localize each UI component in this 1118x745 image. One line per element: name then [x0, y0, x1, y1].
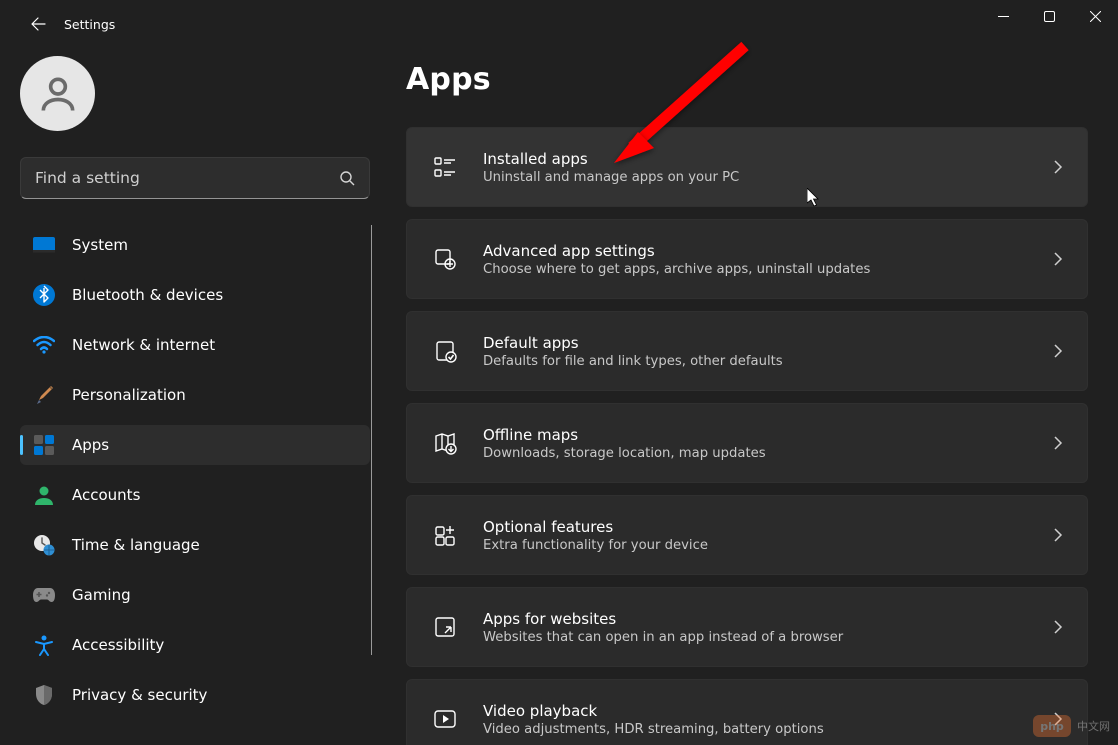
window-controls — [980, 0, 1118, 32]
sidebar-item-privacy[interactable]: Privacy & security — [20, 675, 370, 715]
sidebar-item-label: Accessibility — [72, 636, 164, 654]
clock-globe-icon — [32, 533, 56, 557]
card-subtitle: Websites that can open in an app instead… — [483, 630, 1053, 645]
sidebar-item-label: Privacy & security — [72, 686, 207, 704]
installed-apps-icon — [431, 153, 459, 181]
sidebar-item-label: Network & internet — [72, 336, 215, 354]
gamepad-icon — [32, 583, 56, 607]
sidebar-item-label: Apps — [72, 436, 109, 454]
card-offline-maps[interactable]: Offline maps Downloads, storage location… — [406, 403, 1088, 483]
card-subtitle: Choose where to get apps, archive apps, … — [483, 262, 1053, 277]
sidebar-item-label: Accounts — [72, 486, 140, 504]
watermark: php 中文网 — [1033, 715, 1110, 737]
video-playback-icon — [431, 705, 459, 733]
sidebar-item-gaming[interactable]: Gaming — [20, 575, 370, 615]
chevron-right-icon — [1053, 252, 1063, 266]
user-avatar[interactable] — [20, 56, 95, 131]
card-title: Advanced app settings — [483, 242, 1053, 260]
card-default-apps[interactable]: Default apps Defaults for file and link … — [406, 311, 1088, 391]
offline-maps-icon — [431, 429, 459, 457]
chevron-right-icon — [1053, 528, 1063, 542]
page-title: Apps — [406, 62, 1088, 97]
card-subtitle: Video adjustments, HDR streaming, batter… — [483, 722, 1053, 737]
back-arrow-icon — [30, 16, 46, 32]
sidebar-nav: System Bluetooth & devices Network & int… — [20, 225, 378, 745]
search-icon — [339, 170, 355, 186]
shield-icon — [32, 683, 56, 707]
card-subtitle: Uninstall and manage apps on your PC — [483, 170, 1053, 185]
sidebar-item-personalization[interactable]: Personalization — [20, 375, 370, 415]
system-icon — [32, 233, 56, 257]
card-optional-features[interactable]: Optional features Extra functionality fo… — [406, 495, 1088, 575]
card-subtitle: Extra functionality for your device — [483, 538, 1053, 553]
apps-icon — [32, 433, 56, 457]
accessibility-icon — [32, 633, 56, 657]
watermark-badge: php — [1033, 715, 1071, 737]
sidebar-item-network[interactable]: Network & internet — [20, 325, 370, 365]
close-button[interactable] — [1072, 0, 1118, 32]
window-title: Settings — [64, 17, 115, 32]
chevron-right-icon — [1053, 436, 1063, 450]
card-title: Offline maps — [483, 426, 1053, 444]
sidebar-item-apps[interactable]: Apps — [20, 425, 370, 465]
search-input[interactable] — [35, 169, 339, 187]
card-subtitle: Defaults for file and link types, other … — [483, 354, 1053, 369]
card-subtitle: Downloads, storage location, map updates — [483, 446, 1053, 461]
chevron-right-icon — [1053, 160, 1063, 174]
titlebar: Settings — [0, 0, 1118, 48]
person-icon — [36, 72, 80, 116]
search-box[interactable] — [20, 157, 370, 199]
chevron-right-icon — [1053, 620, 1063, 634]
card-advanced-app-settings[interactable]: Advanced app settings Choose where to ge… — [406, 219, 1088, 299]
card-title: Installed apps — [483, 150, 1053, 168]
paintbrush-icon — [32, 383, 56, 407]
apps-websites-icon — [431, 613, 459, 641]
main-content: Apps Installed apps Uninstall and manage… — [390, 48, 1118, 745]
sidebar-item-label: Personalization — [72, 386, 186, 404]
card-title: Apps for websites — [483, 610, 1053, 628]
maximize-button[interactable] — [1026, 0, 1072, 32]
optional-features-icon — [431, 521, 459, 549]
sidebar-item-accessibility[interactable]: Accessibility — [20, 625, 370, 665]
card-title: Optional features — [483, 518, 1053, 536]
card-title: Video playback — [483, 702, 1053, 720]
chevron-right-icon — [1053, 344, 1063, 358]
bluetooth-icon — [32, 283, 56, 307]
sidebar-item-system[interactable]: System — [20, 225, 370, 265]
sidebar: System Bluetooth & devices Network & int… — [0, 48, 390, 745]
minimize-button[interactable] — [980, 0, 1026, 32]
advanced-settings-icon — [431, 245, 459, 273]
wifi-icon — [32, 333, 56, 357]
card-apps-for-websites[interactable]: Apps for websites Websites that can open… — [406, 587, 1088, 667]
back-button[interactable] — [18, 4, 58, 44]
sidebar-item-bluetooth[interactable]: Bluetooth & devices — [20, 275, 370, 315]
card-video-playback[interactable]: Video playback Video adjustments, HDR st… — [406, 679, 1088, 745]
card-title: Default apps — [483, 334, 1053, 352]
sidebar-item-accounts[interactable]: Accounts — [20, 475, 370, 515]
accounts-icon — [32, 483, 56, 507]
sidebar-item-label: Time & language — [72, 536, 200, 554]
sidebar-item-time-language[interactable]: Time & language — [20, 525, 370, 565]
default-apps-icon — [431, 337, 459, 365]
sidebar-item-label: System — [72, 236, 128, 254]
card-installed-apps[interactable]: Installed apps Uninstall and manage apps… — [406, 127, 1088, 207]
sidebar-item-label: Gaming — [72, 586, 131, 604]
scrollbar-thumb[interactable] — [371, 225, 373, 655]
sidebar-item-label: Bluetooth & devices — [72, 286, 223, 304]
watermark-text: 中文网 — [1077, 718, 1110, 734]
